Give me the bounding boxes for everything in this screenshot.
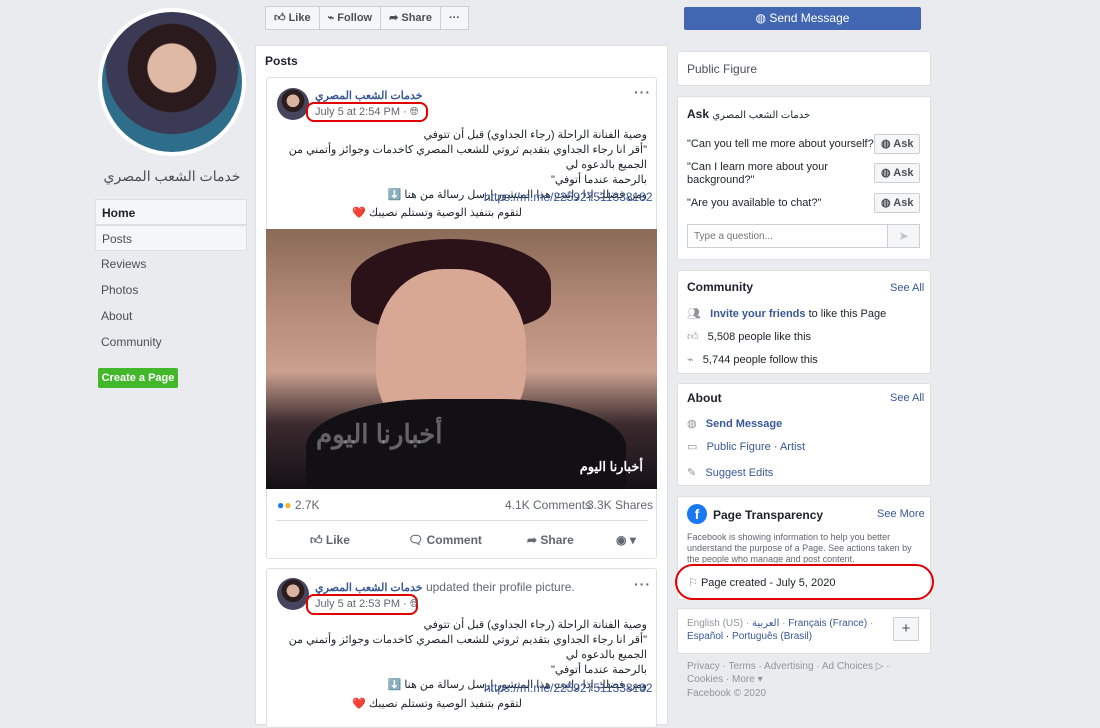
footer-links[interactable]: Privacy · Terms · Advertising · Ad Choic…	[687, 661, 890, 672]
send-arrow-icon[interactable]: ➤	[887, 224, 920, 248]
page-created: ⚐ Page created - July 5, 2020	[688, 577, 836, 589]
create-page-button[interactable]: Create a Page	[98, 368, 178, 388]
transparency-see-more[interactable]: See More	[877, 508, 925, 520]
about-see-all[interactable]: See All	[890, 392, 924, 404]
rss-icon: ⌁	[327, 12, 335, 24]
follows-row: ⌁ 5,744 people follow this	[687, 354, 818, 366]
likes-row: 👍︎ 5,508 people like this	[687, 331, 812, 343]
community-see-all[interactable]: See All	[890, 282, 924, 294]
post-options-icon[interactable]: ···	[634, 84, 651, 100]
messenger-icon: ◍	[881, 197, 891, 209]
share-count[interactable]: 3.3K Shares	[587, 498, 653, 512]
thumbs-up-icon: 👍︎	[687, 331, 699, 343]
add-language-button[interactable]: +	[893, 617, 919, 641]
post-link[interactable]: https://m.me/225927511338182	[484, 190, 653, 204]
post-like-button[interactable]: 👍︎ Like	[310, 533, 350, 548]
nav-posts[interactable]: Posts	[95, 225, 247, 251]
ask-question-input[interactable]	[687, 224, 888, 248]
copyright: Facebook © 2020	[687, 688, 767, 699]
about-category[interactable]: ▭ Public Figure · Artist	[687, 440, 805, 453]
ask-title: Ask خدمات الشعب المصري	[687, 107, 811, 121]
post-timestamp[interactable]: July 5 at 2:54 PM · 🌐︎	[315, 106, 419, 119]
pencil-icon: ✎	[687, 467, 697, 479]
thumbs-up-icon: 👍︎	[310, 533, 323, 547]
post-author-name[interactable]: خدمات الشعب المصري	[315, 89, 423, 102]
community-title: Community	[687, 280, 753, 294]
facebook-logo-icon: f	[687, 504, 707, 524]
follow-button[interactable]: ⌁ Follow	[318, 6, 382, 30]
footer-links-2[interactable]: Cookies · More ▾	[687, 674, 763, 685]
invite-friends-row: 👥︎ Invite your friends to like this Page	[687, 308, 887, 320]
ask-question-2: "Can I learn more about your background?…	[687, 161, 828, 186]
ask-question-3: "Are you available to chat?"	[687, 197, 822, 209]
share-arrow-icon: ➦	[527, 533, 538, 547]
post-author-name[interactable]: خدمات الشعب المصري	[315, 582, 423, 594]
page-action-bar: 👍︎ Like ⌁ Follow ➦ Share ···	[265, 6, 469, 30]
share-page-button[interactable]: ➦ Share	[380, 6, 441, 30]
globe-icon: ◉	[616, 533, 627, 547]
post-author-avatar[interactable]	[277, 88, 309, 120]
rss-icon: ⌁	[687, 354, 694, 366]
sad-reaction-icon: ●	[284, 498, 292, 512]
suggest-edits[interactable]: ✎ Suggest Edits	[687, 466, 773, 479]
audience-selector[interactable]: ◉ ▾	[616, 533, 636, 547]
comment-icon: 🗨︎	[408, 533, 424, 547]
card-icon: ▭	[687, 441, 698, 453]
about-send-message[interactable]: ◍ Send Message	[687, 417, 782, 430]
nav-about[interactable]: About	[95, 303, 247, 329]
thumbs-up-icon: 👍︎	[274, 12, 286, 24]
nav-reviews[interactable]: Reviews	[95, 251, 247, 277]
nav-home[interactable]: Home	[95, 199, 247, 225]
ask-button[interactable]: ◍ Ask	[874, 193, 921, 213]
page-category[interactable]: Public Figure	[687, 62, 757, 76]
like-page-button[interactable]: 👍︎ Like	[265, 6, 320, 30]
post-text-last: لتقوم بتنفيذ الوصية وتستلم نصيبك ❤️	[352, 698, 522, 710]
nav-community[interactable]: Community	[95, 329, 247, 355]
send-message-button[interactable]: ◍ Send Message	[684, 7, 921, 30]
ask-question-1: "Can you tell me more about yourself?"	[687, 138, 878, 150]
messenger-icon: ◍	[881, 138, 891, 150]
post-author-avatar[interactable]	[277, 578, 309, 610]
posts-heading: Posts	[265, 54, 298, 68]
post-share-button[interactable]: ➦ Share	[527, 533, 574, 547]
post-photo[interactable]: أخبارنا اليوم أخبارنا اليوم	[266, 229, 657, 489]
page-profile-picture[interactable]	[98, 8, 246, 156]
comment-count[interactable]: 4.1K Comments	[505, 498, 591, 512]
transparency-description: Facebook is showing information to help …	[687, 532, 912, 563]
post-link[interactable]: https://m.me/225927511338182	[484, 681, 653, 695]
messenger-icon: ◍	[687, 418, 697, 430]
people-icon: 👥︎	[687, 308, 701, 320]
post-options-icon[interactable]: ···	[634, 576, 651, 592]
reaction-count[interactable]: ●● 2.7K	[277, 498, 320, 512]
messenger-icon: ◍	[881, 167, 891, 179]
more-options-button[interactable]: ···	[439, 6, 469, 30]
post-timestamp[interactable]: July 5 at 2:53 PM · 🌐︎	[315, 598, 419, 611]
about-title: About	[687, 391, 722, 405]
ask-button[interactable]: ◍ Ask	[874, 134, 921, 154]
messenger-icon: ◍	[755, 11, 767, 25]
page-nav: Home Posts Reviews Photos About Communit…	[95, 199, 247, 355]
globe-icon: 🌐︎	[409, 598, 419, 610]
language-line-1: English (US) · العربية · Français (Franc…	[687, 618, 874, 629]
post-header-line: خدمات الشعب المصري updated their profile…	[315, 580, 575, 594]
chevron-down-icon: ▾	[629, 533, 636, 547]
post-comment-button[interactable]: 🗨︎ Comment	[408, 533, 482, 547]
globe-icon: 🌐︎	[409, 106, 419, 118]
divider	[276, 520, 648, 521]
nav-photos[interactable]: Photos	[95, 277, 247, 303]
ask-button[interactable]: ◍ Ask	[874, 163, 921, 183]
language-line-2: Español · Português (Brasil)	[687, 631, 813, 642]
flag-icon: ⚐	[688, 577, 698, 589]
transparency-title: Page Transparency	[713, 508, 824, 522]
post-text-last: لتقوم بتنفيذ الوصية وتستلم نصيبك ❤️	[352, 207, 522, 219]
share-arrow-icon: ➦	[389, 12, 399, 24]
page-name[interactable]: خدمات الشعب المصري	[98, 168, 246, 185]
